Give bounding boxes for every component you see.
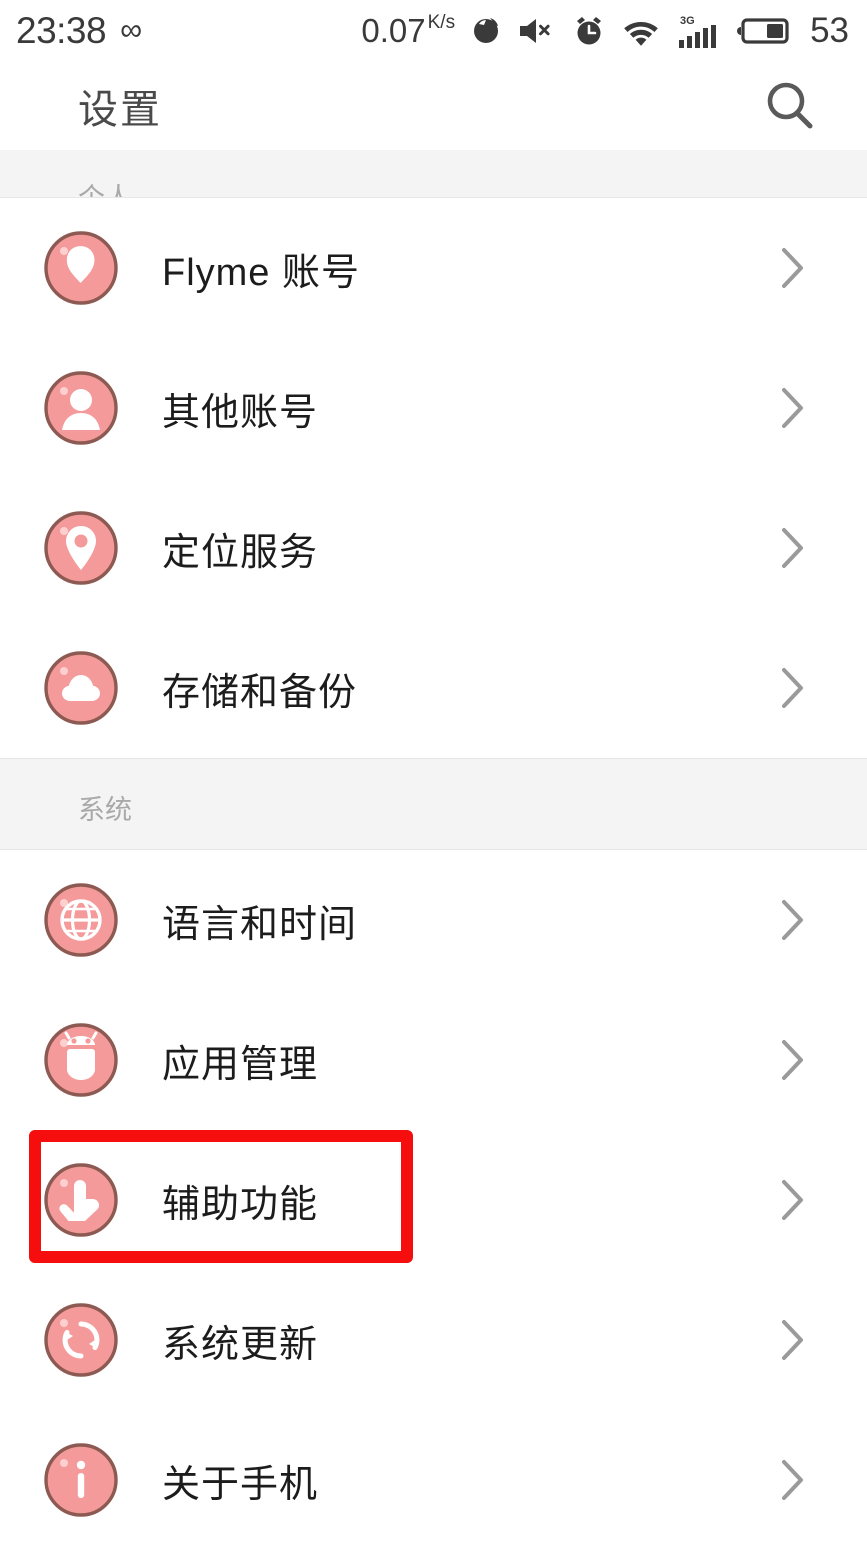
battery-level: 53 <box>810 11 849 50</box>
list-item-language-time[interactable]: 语言和时间 <box>0 850 867 990</box>
section-label: 个人 <box>78 183 132 198</box>
list-item-other-accounts[interactable]: 其他账号 <box>0 338 867 478</box>
info-icon <box>42 1441 120 1519</box>
section-header-personal: 个人 <box>0 150 867 198</box>
list-item-label: 关于手机 <box>162 1463 319 1506</box>
network-speed-value: 0.07 <box>361 12 426 49</box>
person-icon <box>42 369 120 447</box>
app-bar: 设置 <box>0 62 867 150</box>
svg-text:3G: 3G <box>680 15 695 27</box>
search-icon[interactable] <box>759 75 821 137</box>
settings-screen: 23:38 ∞ 0.07 K/s 3G 53 设置 个人 Flyme 账号 其他… <box>0 0 867 1542</box>
chevron-right-icon <box>781 667 805 709</box>
infinity-icon: ∞ <box>120 11 143 47</box>
cloud-icon <box>42 649 120 727</box>
signal-3g-icon: 3G <box>679 15 717 48</box>
alarm-icon <box>577 17 602 45</box>
network-speed: 0.07 K/s <box>361 12 455 50</box>
list-item-label: 语言和时间 <box>162 903 358 946</box>
refresh-icon <box>42 1301 120 1379</box>
list-item-label: 系统更新 <box>162 1323 319 1366</box>
chevron-right-icon <box>781 1179 805 1221</box>
battery-icon <box>737 18 789 44</box>
list-item-label: 定位服务 <box>162 531 319 574</box>
chevron-right-icon <box>781 1039 805 1081</box>
data-saver-icon <box>474 18 499 43</box>
chevron-right-icon <box>781 527 805 569</box>
section-label: 系统 <box>78 795 132 825</box>
settings-list[interactable]: 个人 Flyme 账号 其他账号 定位服务 存储和备份 系统 语言和时间 应用管… <box>0 150 867 1542</box>
list-item-label: 辅助功能 <box>162 1183 319 1226</box>
status-time: 23:38 <box>16 10 107 51</box>
list-item-accessibility[interactable]: 辅助功能 <box>0 1130 867 1270</box>
status-bar: 23:38 ∞ 0.07 K/s 3G 53 <box>0 0 867 62</box>
status-bar-right: 0.07 K/s 3G 53 <box>361 11 849 51</box>
chevron-right-icon <box>781 1319 805 1361</box>
list-item-label: 其他账号 <box>162 391 319 434</box>
wifi-icon <box>624 22 658 46</box>
list-item-label: 存储和备份 <box>162 671 358 714</box>
location-pin-icon <box>42 509 120 587</box>
section-header-system: 系统 <box>0 758 867 850</box>
list-item-system-update[interactable]: 系统更新 <box>0 1270 867 1410</box>
list-item-about-phone[interactable]: 关于手机 <box>0 1410 867 1542</box>
chevron-right-icon <box>781 899 805 941</box>
list-item-location-service[interactable]: 定位服务 <box>0 478 867 618</box>
mute-icon <box>520 19 550 43</box>
page-title: 设置 <box>78 88 162 132</box>
list-item-flyme-account[interactable]: Flyme 账号 <box>0 198 867 338</box>
list-item-label: 应用管理 <box>162 1043 319 1086</box>
flyme-logo-icon <box>42 229 120 307</box>
android-robot-icon <box>42 1021 120 1099</box>
chevron-right-icon <box>781 1459 805 1501</box>
list-item-app-management[interactable]: 应用管理 <box>0 990 867 1130</box>
list-item-storage-backup[interactable]: 存储和备份 <box>0 618 867 758</box>
status-bar-left: 23:38 ∞ <box>16 10 142 52</box>
chevron-right-icon <box>781 387 805 429</box>
globe-icon <box>42 881 120 959</box>
chevron-right-icon <box>781 247 805 289</box>
network-speed-unit: K/s <box>427 12 456 33</box>
list-item-label: Flyme 账号 <box>162 251 361 294</box>
hand-tap-icon <box>42 1161 120 1239</box>
